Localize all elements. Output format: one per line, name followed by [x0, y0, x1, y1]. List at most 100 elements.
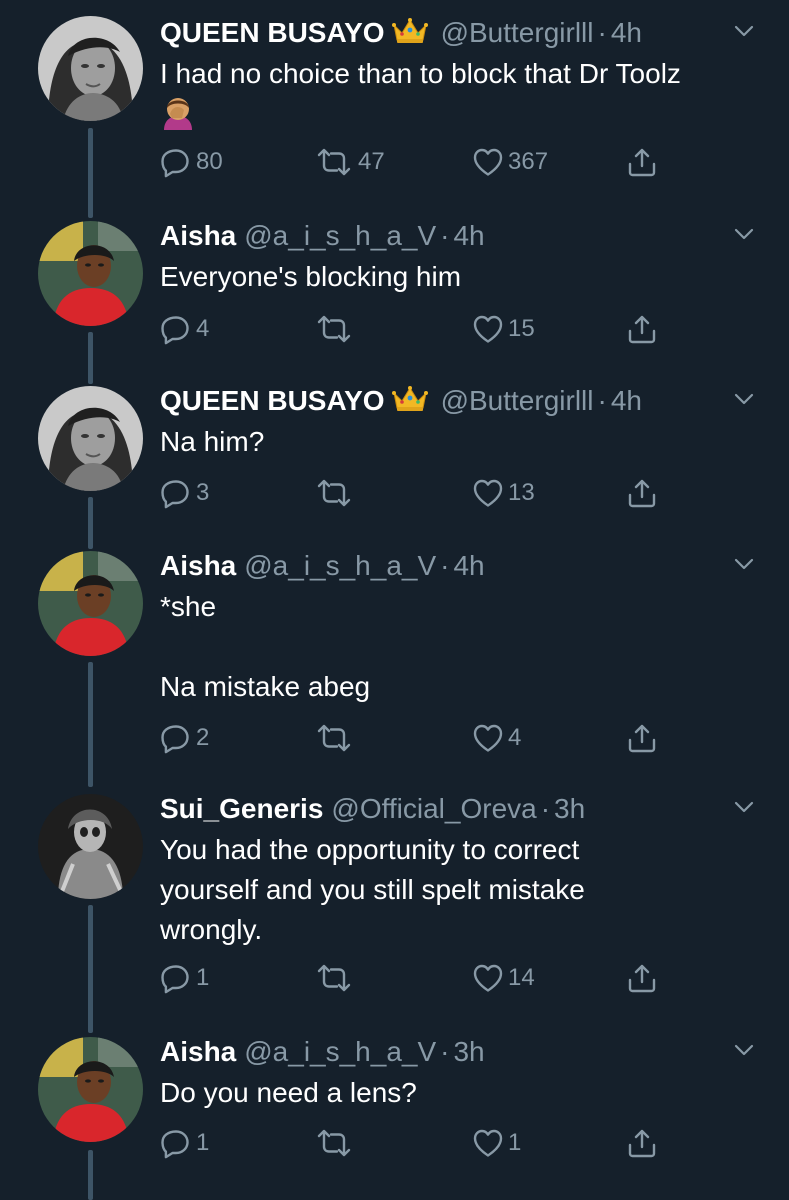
reply-count: 2: [196, 724, 210, 751]
avatar[interactable]: [38, 551, 143, 656]
share-icon: [626, 146, 658, 178]
chevron-down-icon[interactable]: [734, 227, 754, 241]
retweet-button[interactable]: 47: [314, 142, 385, 182]
tweet-text-line: Na mistake abeg: [160, 671, 371, 702]
share-button[interactable]: [626, 309, 658, 349]
share-button[interactable]: [626, 1123, 658, 1163]
timestamp[interactable]: 3h: [554, 793, 585, 824]
separator: ·: [597, 17, 607, 48]
retweet-button[interactable]: [314, 473, 358, 513]
tweet-text: I had no choice than to block that Dr To…: [160, 54, 740, 137]
separator: ·: [440, 550, 450, 581]
tweet-header: Aisha @a_i_s_h_a_V · 4h: [160, 219, 740, 253]
timestamp[interactable]: 4h: [611, 17, 642, 48]
tweet-text-line: *she: [160, 591, 217, 622]
retweet-button[interactable]: [314, 958, 358, 998]
chevron-down-icon[interactable]: [734, 557, 754, 571]
retweet-icon: [314, 962, 354, 994]
tweet-actions: 80 47 367: [160, 142, 680, 182]
retweet-icon: [314, 722, 354, 754]
reply-button[interactable]: 80: [160, 142, 223, 182]
avatar[interactable]: [38, 794, 143, 899]
tweet[interactable]: Sui_Generis @Official_Oreva · 3h You had th…: [0, 792, 789, 1022]
chevron-down-icon[interactable]: [734, 800, 754, 814]
retweet-icon: [314, 1127, 354, 1159]
woman-facepalming-icon: [160, 94, 196, 130]
tweet[interactable]: Aisha @a_i_s_h_a_V · 3h Do you need a lens?…: [0, 1035, 789, 1185]
share-button[interactable]: [626, 958, 658, 998]
like-button[interactable]: 14: [472, 958, 535, 998]
like-count: 15: [508, 315, 535, 342]
crown-icon: [391, 385, 429, 413]
tweet-text-line: yourself and you still spelt mistake: [160, 874, 585, 905]
tweet-text: Do you need a lens?: [160, 1073, 740, 1113]
display-name[interactable]: QUEEN BUSAYO: [160, 385, 385, 416]
user-handle[interactable]: @Buttergirlll: [441, 385, 594, 416]
tweet[interactable]: Aisha @a_i_s_h_a_V · 4h Everyone's blocking…: [0, 219, 789, 369]
user-handle[interactable]: @a_i_s_h_a_V: [244, 1036, 436, 1067]
like-button[interactable]: 15: [472, 309, 535, 349]
tweet-actions: 1 1: [160, 1123, 680, 1163]
reply-icon: [160, 146, 192, 178]
share-button[interactable]: [626, 473, 658, 513]
like-count: 1: [508, 1129, 522, 1156]
retweet-button[interactable]: [314, 718, 358, 758]
reply-icon: [160, 962, 192, 994]
separator: ·: [540, 793, 551, 824]
share-button[interactable]: [626, 718, 658, 758]
reply-count: 80: [196, 148, 223, 175]
avatar[interactable]: [38, 386, 143, 491]
retweet-icon: [314, 477, 354, 509]
avatar[interactable]: [38, 1037, 143, 1142]
user-handle[interactable]: @Buttergirlll: [441, 17, 594, 48]
timestamp[interactable]: 4h: [453, 550, 484, 581]
retweet-button[interactable]: [314, 309, 358, 349]
heart-icon: [472, 1127, 504, 1159]
display-name[interactable]: Aisha: [160, 1036, 236, 1067]
tweet-text-line: wrongly.: [160, 914, 263, 945]
share-icon: [626, 313, 658, 345]
display-name[interactable]: Sui_Generis: [160, 793, 323, 824]
retweet-count: 47: [358, 148, 385, 175]
share-icon: [626, 722, 658, 754]
like-button[interactable]: 367: [472, 142, 548, 182]
chevron-down-icon[interactable]: [734, 392, 754, 406]
tweet-text-line: Everyone's blocking him: [160, 261, 462, 292]
tweet-header: Aisha @a_i_s_h_a_V · 4h: [160, 549, 740, 583]
retweet-button[interactable]: [314, 1123, 358, 1163]
separator: ·: [597, 385, 607, 416]
reply-button[interactable]: 3: [160, 473, 209, 513]
tweet[interactable]: QUEEN BUSAYO @Buttergirlll · 4h Na him? 3 1…: [0, 384, 789, 534]
reply-button[interactable]: 4: [160, 309, 209, 349]
display-name[interactable]: Aisha: [160, 550, 236, 581]
heart-icon: [472, 313, 504, 345]
timestamp[interactable]: 4h: [611, 385, 642, 416]
chevron-down-icon[interactable]: [734, 1043, 754, 1057]
tweet[interactable]: QUEEN BUSAYO @Buttergirlll · 4h I had no ch…: [0, 16, 789, 206]
tweet-text-line: Na him?: [160, 426, 265, 457]
like-button[interactable]: 1: [472, 1123, 521, 1163]
reply-icon: [160, 313, 192, 345]
user-handle[interactable]: @a_i_s_h_a_V: [244, 220, 436, 251]
timestamp[interactable]: 3h: [453, 1036, 484, 1067]
timestamp[interactable]: 4h: [453, 220, 484, 251]
reply-button[interactable]: 1: [160, 1123, 209, 1163]
tweet-text-line: You had the opportunity to correct: [160, 834, 580, 865]
avatar[interactable]: [38, 16, 143, 121]
reply-button[interactable]: 2: [160, 718, 209, 758]
share-button[interactable]: [626, 142, 658, 182]
user-handle[interactable]: @Official_Oreva: [331, 793, 536, 824]
tweet-header: Aisha @a_i_s_h_a_V · 3h: [160, 1035, 740, 1069]
reply-icon: [160, 1127, 192, 1159]
chevron-down-icon[interactable]: [734, 24, 754, 38]
avatar[interactable]: [38, 221, 143, 326]
display-name[interactable]: QUEEN BUSAYO: [160, 17, 385, 48]
like-button[interactable]: 13: [472, 473, 535, 513]
user-handle[interactable]: @a_i_s_h_a_V: [244, 550, 436, 581]
like-count: 4: [508, 724, 522, 751]
tweet[interactable]: Aisha @a_i_s_h_a_V · 4h *she Na mistake abe…: [0, 549, 789, 779]
reply-button[interactable]: 1: [160, 958, 209, 998]
display-name[interactable]: Aisha: [160, 220, 236, 251]
like-button[interactable]: 4: [472, 718, 521, 758]
tweet-text: Na him?: [160, 422, 740, 462]
